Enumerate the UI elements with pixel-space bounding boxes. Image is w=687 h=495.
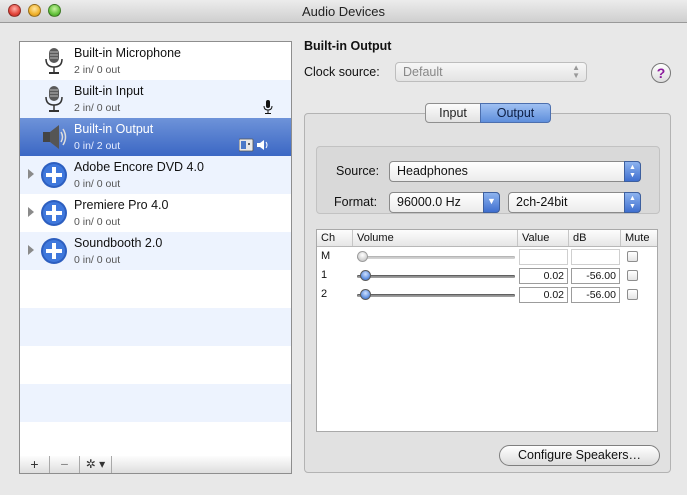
column-header-db[interactable]: dB	[569, 230, 621, 246]
device-row-soundbooth[interactable]: Soundbooth 2.0 0 in/ 0 out	[20, 232, 291, 270]
device-io: 0 in/ 0 out	[74, 178, 121, 190]
speaker-icon	[43, 125, 67, 149]
column-header-mute[interactable]: Mute	[621, 230, 657, 246]
gear-menu-button[interactable]: ✲ ▾	[80, 456, 112, 473]
table-row-channel-2: 2 0.02 -56.00	[317, 286, 657, 305]
add-device-button[interactable]: +	[20, 456, 50, 473]
channel-format-value: 2ch-24bit	[516, 195, 568, 209]
empty-row	[20, 422, 291, 456]
volume-slider[interactable]	[357, 275, 515, 278]
source-value: Headphones	[397, 164, 468, 178]
channel-table: Ch Volume Value dB Mute M 1 0.02 -56.00 …	[316, 229, 658, 432]
device-name: Premiere Pro 4.0	[74, 198, 169, 212]
device-io: 2 in/ 0 out	[74, 102, 121, 114]
mute-checkbox[interactable]	[627, 251, 638, 262]
column-header-volume[interactable]: Volume	[353, 230, 518, 246]
channel-label: 2	[321, 288, 328, 300]
plus-icon	[41, 162, 67, 188]
default-output-finder-speaker-icon	[239, 138, 268, 152]
sample-rate-popup[interactable]: 96000.0 Hz ▼	[389, 192, 500, 213]
updown-arrows-icon: ▲ ▼	[624, 161, 641, 182]
tab-output[interactable]: Output	[480, 103, 551, 123]
value-field[interactable]: 0.02	[519, 287, 568, 303]
channel-format-popup[interactable]: 2ch-24bit ▲ ▼	[508, 192, 641, 213]
volume-slider[interactable]	[357, 294, 515, 297]
value-field[interactable]	[519, 249, 568, 265]
tab-input[interactable]: Input	[425, 103, 481, 123]
disclosure-triangle-icon[interactable]	[28, 245, 34, 255]
disclosure-triangle-icon[interactable]	[28, 169, 34, 179]
table-row-channel-1: 1 0.02 -56.00	[317, 267, 657, 286]
db-field[interactable]	[571, 249, 620, 265]
audio-devices-window: Audio Devices Built-in Microphone 2 in/ …	[0, 0, 687, 495]
device-name: Adobe Encore DVD 4.0	[74, 160, 204, 174]
device-io: 0 in/ 0 out	[74, 216, 121, 228]
device-list[interactable]: Built-in Microphone 2 in/ 0 out Built-in…	[19, 41, 292, 457]
format-label: Format:	[334, 195, 378, 209]
mute-checkbox[interactable]	[627, 289, 638, 300]
device-io: 2 in/ 0 out	[74, 64, 121, 76]
updown-arrows-icon: ▲ ▼	[572, 63, 580, 80]
disclosure-triangle-icon[interactable]	[28, 207, 34, 217]
clock-source-value: Default	[403, 65, 443, 79]
device-io: 0 in/ 0 out	[74, 254, 121, 266]
db-field[interactable]: -56.00	[571, 268, 620, 284]
empty-row	[20, 384, 291, 422]
device-name: Built-in Output	[74, 122, 154, 136]
volume-slider-knob[interactable]	[359, 270, 371, 281]
channel-label: M	[321, 250, 331, 262]
device-row-adobe-encore[interactable]: Adobe Encore DVD 4.0 0 in/ 0 out	[20, 156, 291, 194]
configure-speakers-button[interactable]: Configure Speakers…	[499, 445, 660, 466]
channel-table-header: Ch Volume Value dB Mute	[317, 230, 657, 247]
empty-row	[20, 308, 291, 346]
title-bar[interactable]: Audio Devices	[0, 0, 687, 23]
device-name: Built-in Input	[74, 84, 144, 98]
volume-slider-knob[interactable]	[359, 289, 371, 300]
volume-slider-knob[interactable]	[357, 251, 368, 262]
device-name: Built-in Microphone	[74, 46, 181, 60]
device-io: 0 in/ 2 out	[74, 140, 121, 152]
table-row-master: M	[317, 248, 657, 267]
help-button[interactable]: ?	[651, 63, 671, 83]
plus-icon	[41, 200, 67, 226]
source-label: Source:	[336, 164, 380, 178]
default-input-microphone-icon	[263, 100, 273, 114]
source-popup[interactable]: Headphones ▲ ▼	[389, 161, 641, 182]
plus-icon	[41, 238, 67, 264]
updown-arrows-icon: ▲ ▼	[624, 192, 641, 213]
channel-label: 1	[321, 269, 328, 281]
microphone-icon	[45, 48, 63, 74]
value-field[interactable]: 0.02	[519, 268, 568, 284]
db-field[interactable]: -56.00	[571, 287, 620, 303]
device-row-built-in-microphone[interactable]: Built-in Microphone 2 in/ 0 out	[20, 42, 291, 80]
device-row-built-in-input[interactable]: Built-in Input 2 in/ 0 out	[20, 80, 291, 118]
device-list-toolbar: + − ✲ ▾	[19, 456, 292, 474]
device-row-premiere-pro[interactable]: Premiere Pro 4.0 0 in/ 0 out	[20, 194, 291, 232]
column-header-ch[interactable]: Ch	[317, 230, 353, 246]
mute-checkbox[interactable]	[627, 270, 638, 281]
window-title: Audio Devices	[301, 4, 386, 19]
remove-device-button[interactable]: −	[50, 456, 80, 473]
empty-row	[20, 270, 291, 308]
sample-rate-value: 96000.0 Hz	[397, 195, 461, 209]
microphone-icon	[45, 86, 63, 112]
empty-row	[20, 346, 291, 384]
device-row-built-in-output[interactable]: Built-in Output 0 in/ 2 out	[20, 118, 291, 156]
column-header-value[interactable]: Value	[518, 230, 569, 246]
volume-slider[interactable]	[357, 256, 515, 259]
device-detail-title: Built-in Output	[304, 39, 392, 53]
clock-source-select[interactable]: Default ▲ ▼	[395, 62, 587, 82]
device-name: Soundbooth 2.0	[74, 236, 163, 250]
clock-source-label: Clock source:	[304, 65, 380, 79]
chevron-down-icon: ▼	[483, 192, 500, 213]
